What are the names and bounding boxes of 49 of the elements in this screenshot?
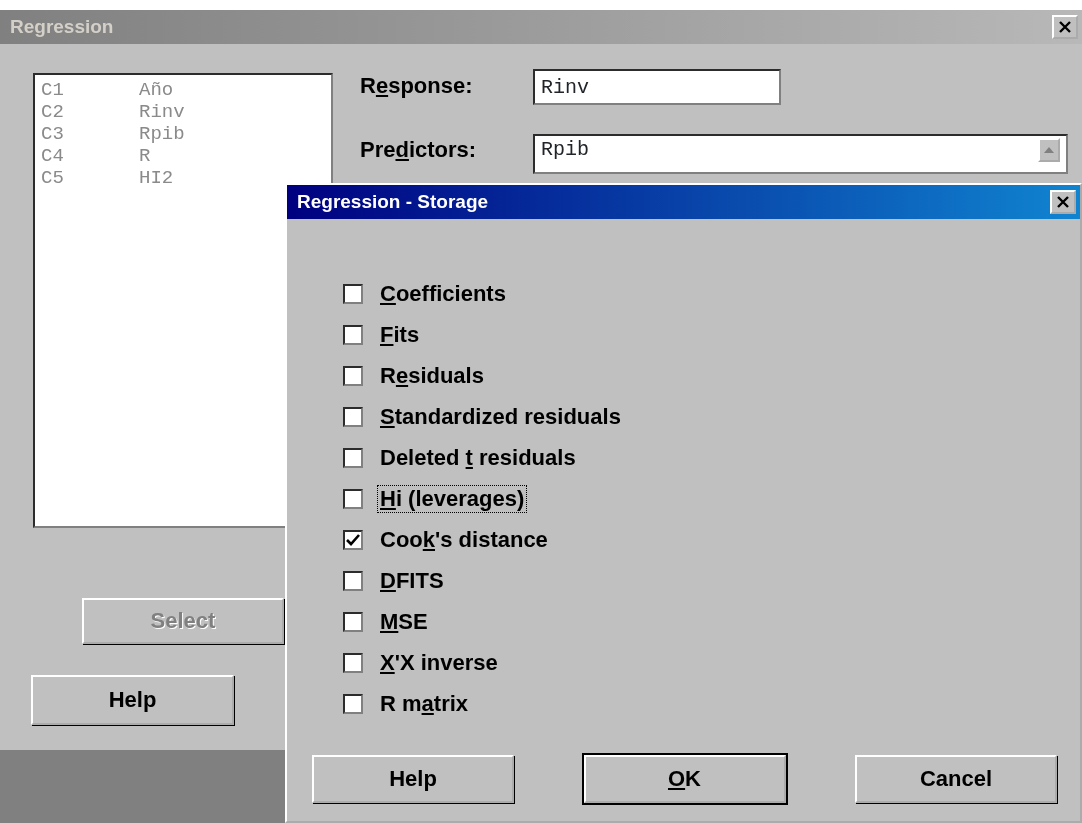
checkbox-label[interactable]: X'X inverse [377, 648, 501, 677]
checkbox[interactable] [343, 283, 363, 304]
checkbox-label[interactable]: MSE [377, 607, 431, 636]
checkbox-label[interactable]: Residuals [377, 361, 487, 390]
field-value: Rpib [541, 138, 589, 161]
predictors-field[interactable]: Rpib [533, 134, 1068, 174]
up-arrow-icon [1044, 147, 1054, 153]
window-title: Regression [10, 16, 114, 38]
checkbox[interactable] [343, 365, 363, 386]
checkbox[interactable] [343, 611, 363, 632]
column-name: Rpib [139, 123, 185, 145]
close-button[interactable] [1050, 190, 1076, 214]
close-button[interactable] [1052, 15, 1078, 39]
column-name: Año [139, 79, 174, 101]
column-id: C4 [41, 145, 65, 167]
check-icon [346, 533, 360, 546]
help-button[interactable]: Help [31, 675, 234, 725]
checkbox[interactable] [343, 324, 363, 345]
field-label: Response: [360, 73, 473, 99]
ok-button[interactable]: OK [583, 755, 786, 803]
checkbox-label[interactable]: Deleted t residuals [377, 443, 579, 472]
close-icon [1058, 21, 1072, 33]
checkbox-label[interactable]: Standardized residuals [377, 402, 624, 431]
close-icon [1056, 196, 1070, 208]
checkbox[interactable] [343, 529, 363, 550]
column-id: C3 [41, 123, 65, 145]
column-id: C5 [41, 167, 65, 189]
checkbox-label[interactable]: Fits [377, 320, 423, 349]
help-button[interactable]: Help [312, 755, 514, 803]
checkbox-label[interactable]: Coefficients [377, 279, 509, 308]
checkbox-label[interactable]: Cook's distance [377, 525, 551, 554]
checkbox-label[interactable]: DFITS [377, 566, 447, 595]
field-label: Predictors: [360, 137, 477, 163]
checkbox[interactable] [343, 693, 363, 714]
checkbox[interactable] [343, 488, 363, 509]
checkbox-label[interactable]: R matrix [377, 689, 472, 718]
column-name: Rinv [139, 101, 185, 123]
column-name: R [139, 145, 151, 167]
scroll-up-button[interactable] [1038, 138, 1060, 162]
checkbox[interactable] [343, 570, 363, 591]
response-field[interactable]: Rinv [533, 69, 781, 105]
checkbox-label[interactable]: Hi (leverages) [377, 484, 528, 513]
checkbox[interactable] [343, 406, 363, 427]
column-name: HI2 [139, 167, 174, 189]
checkbox[interactable] [343, 652, 363, 673]
cancel-button[interactable]: Cancel [855, 755, 1057, 803]
checkbox[interactable] [343, 447, 363, 468]
column-id: C2 [41, 101, 65, 123]
column-id: C1 [41, 79, 65, 101]
